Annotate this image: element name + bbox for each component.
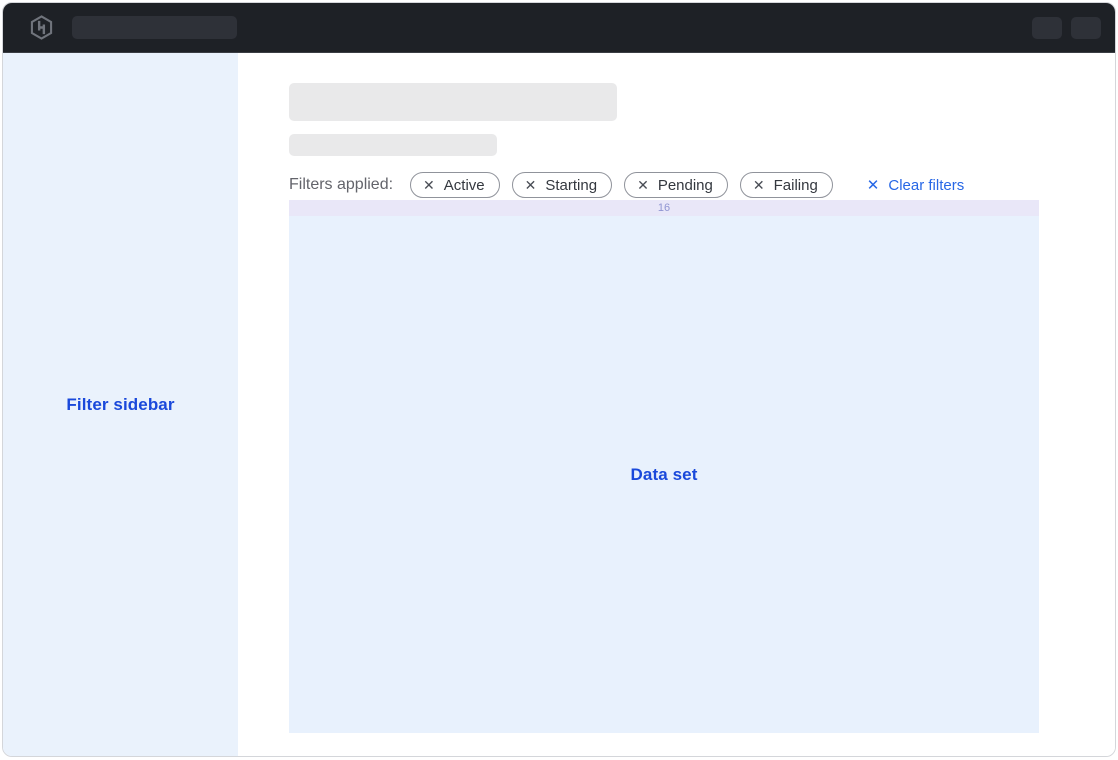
close-icon[interactable]: ✕	[525, 178, 537, 192]
result-count-bar: 16	[289, 200, 1039, 216]
topbar-action-placeholder-1[interactable]	[1032, 17, 1062, 39]
filter-chip-pending[interactable]: ✕ Pending	[624, 172, 728, 198]
filter-sidebar-label: Filter sidebar	[66, 395, 174, 415]
body-row: Filter sidebar Filters applied: ✕ Active…	[3, 53, 1115, 756]
close-icon[interactable]: ✕	[637, 178, 649, 192]
result-count: 16	[658, 203, 670, 214]
close-icon[interactable]: ✕	[753, 178, 765, 192]
filter-chip-failing[interactable]: ✕ Failing	[740, 172, 833, 198]
content-column: Filters applied: ✕ Active ✕ Starting ✕ P…	[289, 53, 1039, 733]
hashicorp-logo-icon	[29, 15, 54, 40]
main-content: Filters applied: ✕ Active ✕ Starting ✕ P…	[238, 53, 1115, 756]
topbar-action-placeholder-2[interactable]	[1071, 17, 1101, 39]
topnav-search-placeholder[interactable]	[72, 16, 237, 39]
data-set-label: Data set	[631, 465, 698, 485]
topbar-actions	[1032, 17, 1101, 39]
top-nav-bar	[3, 3, 1115, 53]
filter-chip-active[interactable]: ✕ Active	[410, 172, 500, 198]
filter-chip-label: Pending	[658, 177, 713, 194]
close-icon: ✕	[867, 178, 880, 193]
page-subtitle-placeholder	[289, 134, 497, 156]
filter-chip-label: Failing	[774, 177, 818, 194]
applied-filters-row: Filters applied: ✕ Active ✕ Starting ✕ P…	[289, 171, 1039, 199]
page-title-placeholder	[289, 83, 617, 121]
app-window: Filter sidebar Filters applied: ✕ Active…	[2, 2, 1116, 757]
close-icon[interactable]: ✕	[423, 178, 435, 192]
filters-applied-label: Filters applied:	[289, 176, 393, 194]
filter-chip-starting[interactable]: ✕ Starting	[512, 172, 612, 198]
filter-sidebar[interactable]: Filter sidebar	[3, 53, 238, 756]
filter-chip-label: Starting	[545, 177, 597, 194]
clear-filters-label: Clear filters	[888, 177, 964, 194]
data-set-area[interactable]: Data set	[289, 216, 1039, 733]
clear-filters-link[interactable]: ✕ Clear filters	[867, 177, 964, 194]
filter-chip-label: Active	[444, 177, 485, 194]
